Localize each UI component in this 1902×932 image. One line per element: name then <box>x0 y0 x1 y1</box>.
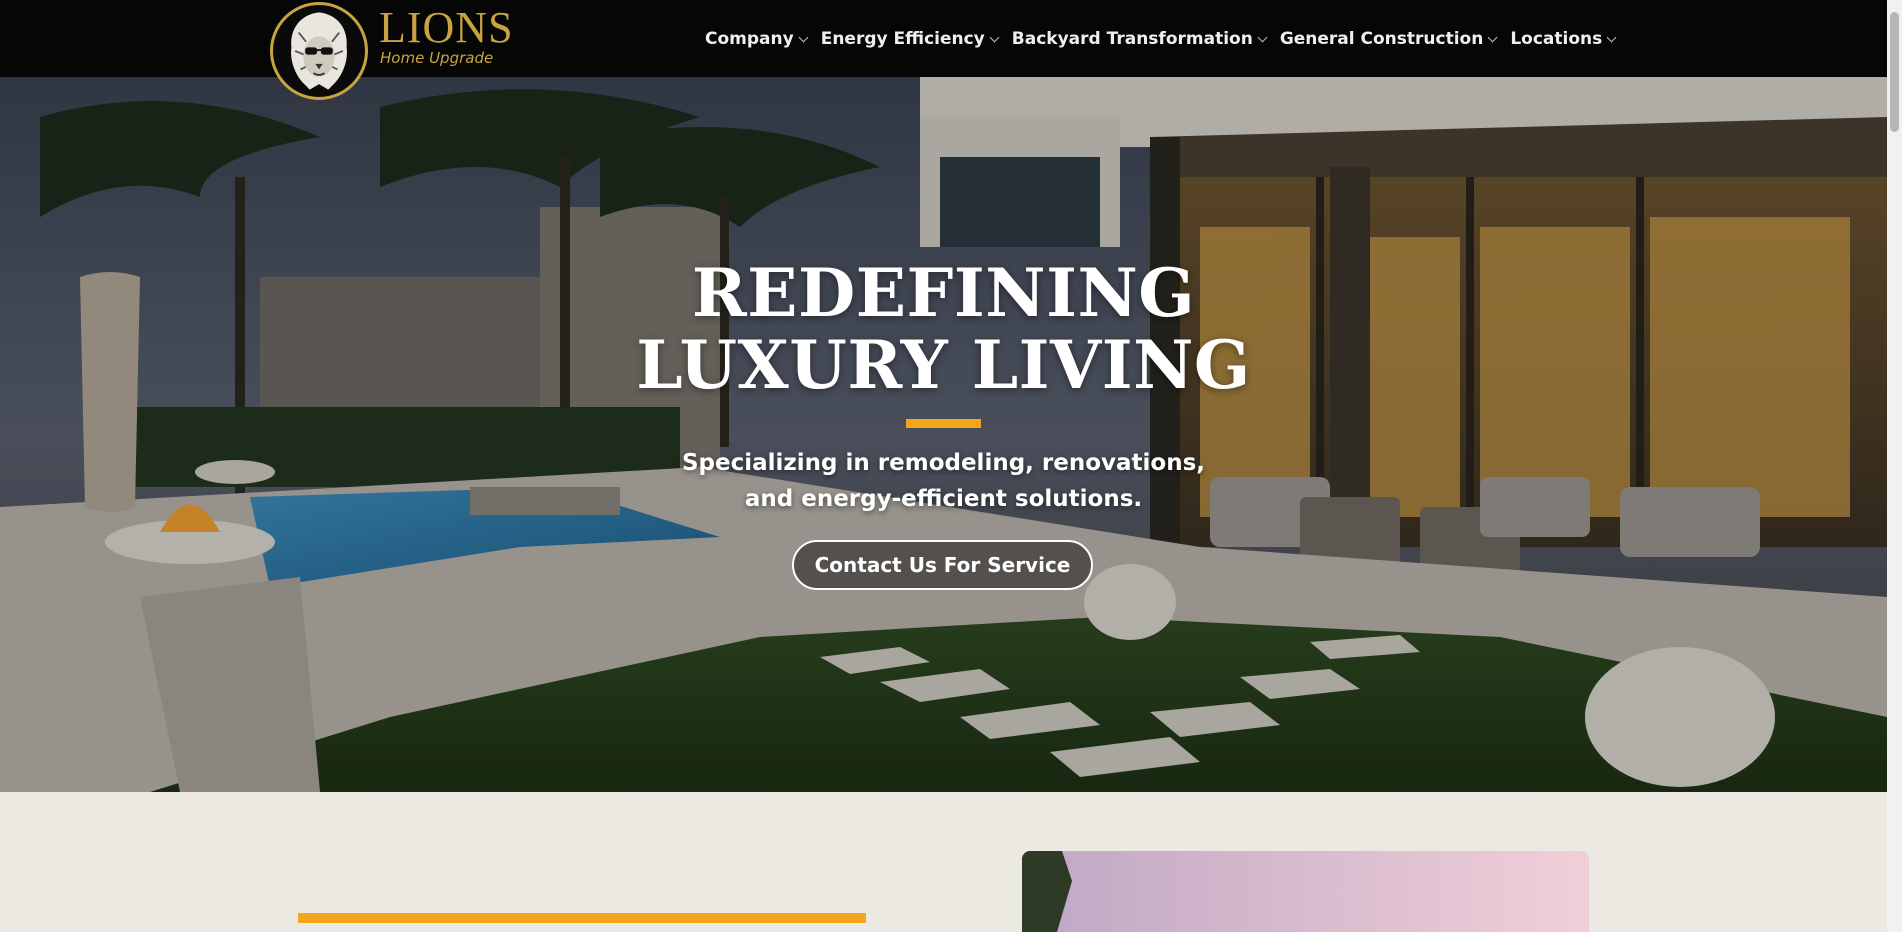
contact-us-button[interactable]: Contact Us For Service <box>792 540 1093 590</box>
hero-overlay <box>0 77 1887 792</box>
chevron-down-icon <box>1487 32 1498 42</box>
nav-item-company[interactable]: Company <box>705 25 809 53</box>
lion-head-icon <box>270 2 368 100</box>
chevron-down-icon <box>1606 32 1617 42</box>
site-header: LIONS Home Upgrade Company Energy Effici… <box>0 0 1887 100</box>
feature-image <box>1022 851 1589 932</box>
nav-item-general-construction[interactable]: General Construction <box>1279 25 1498 53</box>
hero-title-line1: REDEFINING <box>691 254 1196 332</box>
hero-subtitle-line2: and energy-efficient solutions. <box>744 486 1143 512</box>
nav-item-locations[interactable]: Locations <box>1510 25 1617 53</box>
main-nav: Company Energy Efficiency Backyard Trans… <box>705 25 1629 53</box>
chevron-down-icon <box>1257 32 1268 42</box>
section-accent-bar <box>298 913 866 923</box>
hero-subtitle-line1: Specializing in remodeling, renovations, <box>681 450 1206 476</box>
nav-item-energy-efficiency[interactable]: Energy Efficiency <box>820 25 1000 53</box>
nav-item-label: Company <box>705 29 794 49</box>
hero-title-line2: LUXURY LIVING <box>636 326 1251 404</box>
nav-item-backyard-transformation[interactable]: Backyard Transformation <box>1011 25 1268 53</box>
brand-logo[interactable]: LIONS Home Upgrade <box>270 0 520 104</box>
brand-subtitle: Home Upgrade <box>380 49 494 67</box>
hero-accent-bar <box>906 419 981 428</box>
brand-title: LIONS <box>379 3 514 52</box>
chevron-down-icon <box>798 32 809 42</box>
nav-item-label: General Construction <box>1279 29 1484 49</box>
chevron-down-icon <box>989 32 1000 42</box>
nav-item-label: Energy Efficiency <box>820 29 985 49</box>
nav-item-label: Backyard Transformation <box>1011 29 1253 49</box>
nav-item-label: Locations <box>1510 29 1603 49</box>
scrollbar-thumb[interactable] <box>1890 12 1899 132</box>
hero-section: REDEFINING LUXURY LIVING Specializing in… <box>0 77 1887 792</box>
page-scrollbar[interactable] <box>1887 0 1902 932</box>
